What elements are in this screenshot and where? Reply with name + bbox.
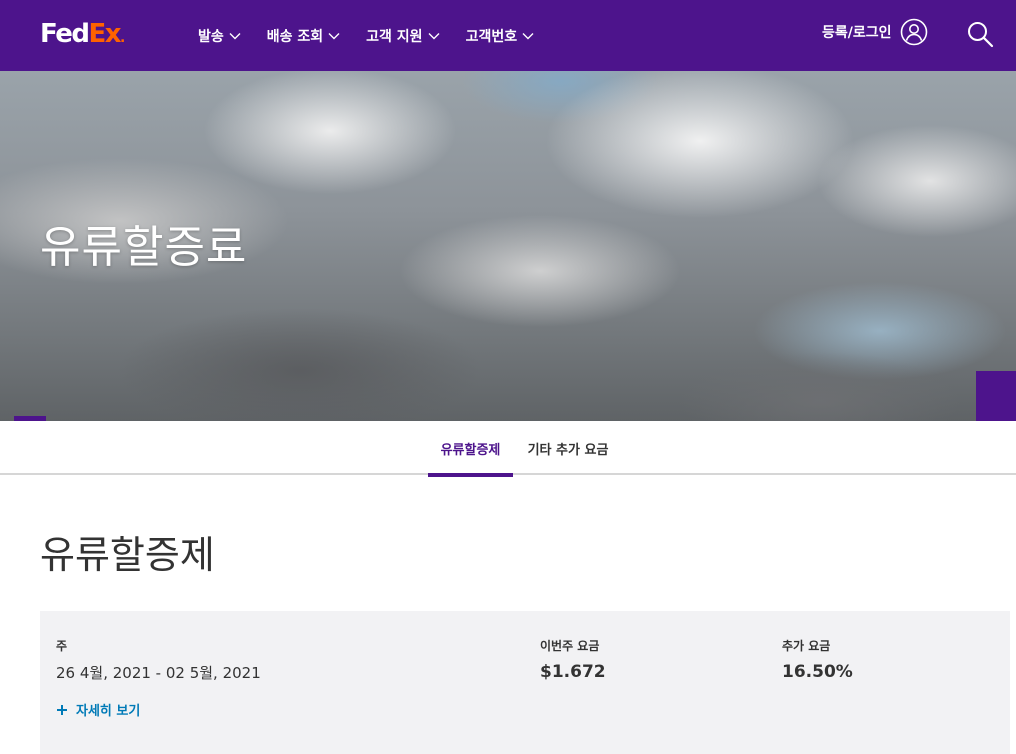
surcharge-card: 주 26 4월, 2021 - 02 5월, 2021 이번주 요금 $1.67… — [40, 611, 1010, 754]
tab-fuel-surcharge[interactable]: 유류할증제 — [428, 421, 513, 477]
week-value: 26 4월, 2021 - 02 5월, 2021 — [56, 664, 261, 682]
nav-item-support[interactable]: 고객 지원 — [366, 26, 440, 46]
tab-label: 기타 추가 요금 — [527, 442, 609, 458]
nav-item-ship[interactable]: 발송 — [198, 26, 241, 46]
nav-item-label: 배송 조회 — [266, 28, 324, 45]
top-header: FedEx. 발송 배송 조회 고객 지원 고객번호 등록/로그인 — [0, 0, 1016, 71]
plus-icon — [57, 704, 67, 715]
logo-fed: Fed — [40, 19, 90, 49]
surcharge-label: 추가 요금 — [782, 639, 831, 653]
fedex-logo[interactable]: FedEx. — [40, 19, 125, 52]
login-button[interactable]: 등록/로그인 — [822, 18, 928, 46]
logo-dot: . — [119, 30, 125, 46]
chevron-down-icon — [229, 32, 241, 39]
rate-value: $1.672 — [540, 662, 606, 682]
view-details-label: 자세히 보기 — [76, 704, 141, 719]
user-circle-icon — [900, 18, 927, 46]
logo-ex: Ex — [88, 19, 121, 49]
nav-item-account[interactable]: 고객번호 — [466, 26, 535, 46]
nav-item-label: 고객번호 — [465, 28, 518, 45]
nav-item-label: 발송 — [198, 28, 224, 45]
tab-label: 유류할증제 — [440, 442, 501, 458]
tab-other-surcharges[interactable]: 기타 추가 요금 — [520, 421, 616, 475]
nav-item-tracking[interactable]: 배송 조회 — [267, 26, 340, 46]
chevron-down-icon — [522, 32, 534, 39]
main-nav: 발송 배송 조회 고객 지원 고객번호 — [198, 0, 560, 71]
hero-title: 유류할증료 — [40, 222, 248, 273]
view-details-link[interactable]: 자세히 보기 — [56, 700, 140, 719]
hero-banner: 유류할증료 — [0, 71, 1016, 421]
section-title: 유류할증제 — [40, 533, 215, 577]
chevron-down-icon — [328, 32, 340, 39]
tab-bar: 유류할증제 기타 추가 요금 — [0, 421, 1016, 477]
nav-item-label: 고객 지원 — [366, 28, 423, 45]
login-label: 등록/로그인 — [822, 25, 892, 41]
surcharge-value: 16.50% — [782, 662, 853, 682]
chevron-down-icon — [428, 32, 440, 39]
week-label: 주 — [56, 639, 68, 653]
hero-decoration — [976, 371, 1016, 421]
search-icon[interactable] — [966, 20, 994, 48]
rate-label: 이번주 요금 — [540, 639, 600, 653]
